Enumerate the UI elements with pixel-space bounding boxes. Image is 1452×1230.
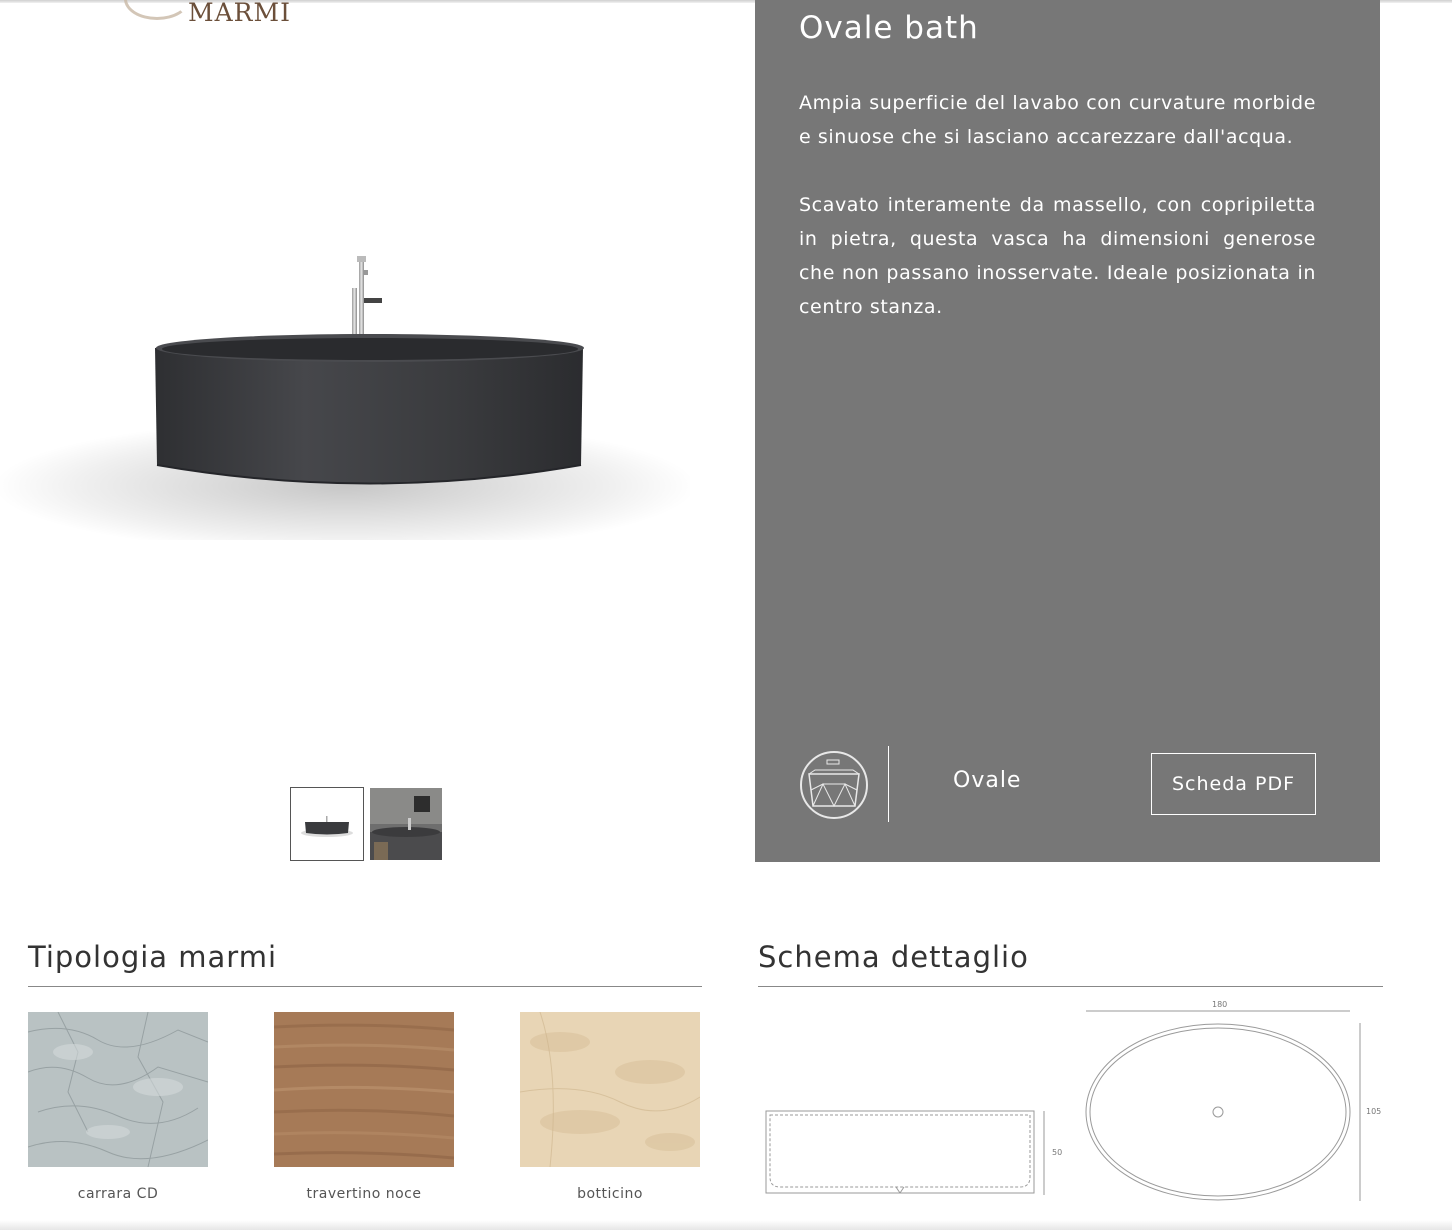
product-description: Ampia superficie del lavabo con curvatur… [799, 86, 1316, 358]
model-name: Ovale [953, 768, 1022, 793]
marble-section-rule [28, 986, 702, 987]
technical-drawing: 50 180 105 [758, 995, 1398, 1210]
dim-depth: 105 [1366, 1107, 1381, 1116]
marble-section-title: Tipologia marmi [28, 940, 278, 974]
swatch-label-travertino: travertino noce [306, 1186, 422, 1202]
bottom-edge [0, 1220, 1452, 1230]
bathtub-outline-icon [799, 750, 869, 820]
swatch-label-carrara: carrara CD [77, 1186, 159, 1202]
vertical-divider [888, 746, 889, 822]
pdf-button[interactable]: Scheda PDF [1151, 753, 1316, 815]
product-image [0, 0, 740, 760]
description-paragraph: Scavato interamente da massello, con cop… [799, 194, 1316, 318]
schema-section-rule [758, 986, 1383, 987]
dim-width: 180 [1212, 1000, 1227, 1009]
description-paragraph: Ampia superficie del lavabo con curvatur… [799, 92, 1316, 148]
schema-section-title: Schema dettaglio [758, 940, 1029, 974]
product-title: Ovale bath [799, 10, 979, 46]
swatch-travertino[interactable] [273, 1012, 455, 1167]
swatch-label-botticino: botticino [577, 1186, 643, 1202]
thumbnail-1[interactable] [290, 787, 364, 861]
swatch-carrara[interactable] [27, 1011, 209, 1168]
bathtub-image [155, 256, 584, 485]
thumbnail-2[interactable] [370, 788, 442, 860]
product-info-panel: Ovale bath Ampia superficie del lavabo c… [755, 0, 1380, 862]
swatch-botticino[interactable] [519, 1011, 701, 1168]
dim-height: 50 [1052, 1148, 1062, 1157]
